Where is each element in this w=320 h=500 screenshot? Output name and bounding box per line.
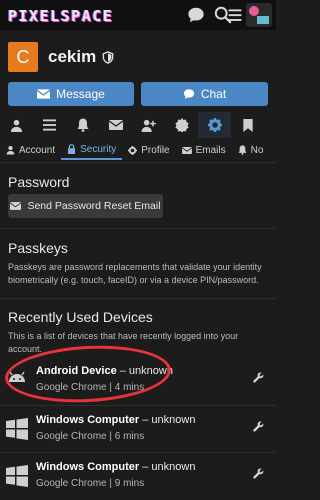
shield-icon xyxy=(102,50,114,64)
tab-profile[interactable]: Profile xyxy=(122,140,175,160)
android-icon xyxy=(9,371,25,382)
site-logo[interactable]: PIXELSPACE xyxy=(8,7,113,25)
device-name: Windows Computer – unknown xyxy=(36,414,196,426)
bell-icon xyxy=(238,145,247,155)
device-name: Windows Computer – unknown xyxy=(36,461,196,473)
nav-add-user-icon[interactable] xyxy=(132,112,165,138)
settings-tabs: Account Security Profile Emails No xyxy=(0,140,276,160)
device-meta: Google Chrome | 4 mins xyxy=(36,382,145,393)
windows-icon xyxy=(6,465,28,487)
tab-notifications-label: No xyxy=(250,144,264,156)
chat-icon xyxy=(183,89,194,99)
envelope-icon xyxy=(10,202,22,210)
wrench-icon[interactable] xyxy=(253,468,264,479)
tab-emails-label: Emails xyxy=(195,144,226,156)
wrench-icon[interactable] xyxy=(253,421,264,432)
tab-security[interactable]: Security xyxy=(61,140,123,160)
device-row[interactable]: Android Device – unknown Google Chrome |… xyxy=(0,358,276,402)
avatar[interactable]: C xyxy=(8,42,38,72)
divider xyxy=(0,452,276,453)
chat-icon[interactable] xyxy=(185,4,207,26)
menu-icon[interactable] xyxy=(226,4,244,26)
account-avatar[interactable] xyxy=(246,3,272,27)
recent-devices-description: This is a list of devices that have rece… xyxy=(8,331,239,354)
tab-emails[interactable]: Emails xyxy=(176,140,232,160)
divider xyxy=(0,405,276,406)
device-name: Android Device – unknown xyxy=(36,365,173,377)
account-nav-icons xyxy=(0,112,276,138)
send-password-reset-label: Send Password Reset Email xyxy=(27,200,161,212)
device-row[interactable]: Windows Computer – unknown Google Chrome… xyxy=(0,407,276,451)
tab-profile-label: Profile xyxy=(141,144,170,156)
nav-gear-icon[interactable] xyxy=(198,112,231,138)
device-meta: Google Chrome | 9 mins xyxy=(36,478,145,489)
passkeys-heading: Passkeys xyxy=(8,240,68,256)
message-button[interactable]: Message xyxy=(8,82,134,106)
chat-button[interactable]: Chat xyxy=(141,82,268,106)
nav-user-icon[interactable] xyxy=(0,112,33,138)
nav-bell-icon[interactable] xyxy=(66,112,99,138)
envelope-icon xyxy=(181,146,192,154)
device-row[interactable]: Windows Computer – unknown Google Chrome… xyxy=(0,454,276,498)
divider xyxy=(0,162,276,163)
device-meta: Google Chrome | 6 mins xyxy=(36,431,145,442)
divider xyxy=(0,228,276,229)
nav-list-icon[interactable] xyxy=(33,112,66,138)
message-label: Message xyxy=(56,87,105,101)
windows-icon xyxy=(6,418,28,440)
recent-devices-heading: Recently Used Devices xyxy=(8,309,153,325)
profile-header: C cekim xyxy=(8,42,114,72)
gear-icon xyxy=(128,145,138,155)
top-bar: PIXELSPACE xyxy=(0,0,276,30)
username[interactable]: cekim xyxy=(48,47,96,67)
envelope-icon xyxy=(37,89,51,99)
lock-icon xyxy=(68,144,76,154)
divider xyxy=(0,298,276,299)
wrench-icon[interactable] xyxy=(253,372,264,383)
password-heading: Password xyxy=(8,174,70,190)
send-password-reset-button[interactable]: Send Password Reset Email xyxy=(8,194,163,218)
person-icon xyxy=(6,146,15,155)
tab-account[interactable]: Account xyxy=(0,140,61,160)
nav-badge-icon[interactable] xyxy=(165,112,198,138)
tab-security-label: Security xyxy=(80,143,117,155)
nav-envelope-icon[interactable] xyxy=(99,112,132,138)
nav-bookmark-icon[interactable] xyxy=(231,112,264,138)
passkeys-description: Passkeys are password replacements that … xyxy=(8,262,262,285)
chat-label: Chat xyxy=(200,87,227,101)
tab-notifications[interactable]: No xyxy=(232,140,270,160)
tab-account-label: Account xyxy=(19,144,56,156)
